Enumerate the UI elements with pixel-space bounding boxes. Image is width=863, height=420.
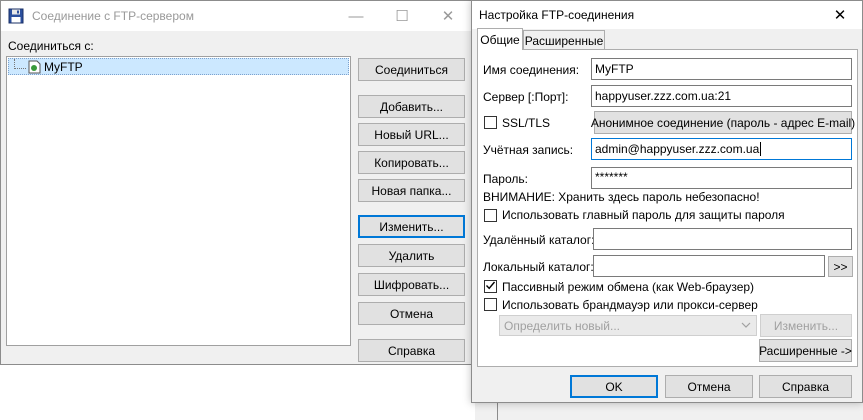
browse-local-dir-button[interactable]: >> [828,256,853,277]
ftp-site-tree[interactable]: MyFTP [6,56,351,346]
tab-advanced-label: Расширенные [524,33,604,48]
account-label: Учётная запись: [483,143,574,157]
cancel-button[interactable]: Отмена [358,302,465,325]
tree-item[interactable]: MyFTP [8,58,349,75]
passive-mode-checkbox[interactable] [484,280,497,293]
close-icon[interactable]: ✕ [425,1,471,31]
cancel-button[interactable]: Отмена [665,375,753,398]
encrypt-button[interactable]: Шифровать... [358,273,465,296]
new-folder-button[interactable]: Новая папка... [358,179,465,202]
chevron-down-icon [741,319,751,333]
account-input-value: admin@happyuser.zzz.com.ua [595,142,760,156]
proxy-edit-button[interactable]: Изменить... [760,314,852,337]
ftp-site-icon [28,60,41,74]
connect-window-title: Соединение с FTP-сервером [32,9,194,23]
settings-window-title: Настройка FTP-соединения [479,8,635,22]
ssl-label: SSL/TLS [502,116,551,130]
passive-mode-label: Пассивный режим обмена (как Web-браузер) [502,280,755,294]
edit-button[interactable]: Изменить... [358,215,465,238]
ssl-checkbox[interactable] [484,116,497,129]
account-input[interactable]: admin@happyuser.zzz.com.ua [591,138,852,160]
tab-general-label: Общие [480,32,520,47]
password-label: Пароль: [483,172,528,186]
connect-button[interactable]: Соединиться [358,58,465,81]
background-area [0,365,475,420]
maximize-icon[interactable]: ☐ [379,1,425,31]
firewall-checkbox[interactable] [484,298,497,311]
tab-advanced[interactable]: Расширенные [523,30,605,50]
password-warning: ВНИМАНИЕ: Хранить здесь пароль небезопас… [483,190,760,204]
proxy-select[interactable]: Определить новый... [499,315,757,336]
connect-to-label: Соединиться с: [8,39,94,53]
new-url-button[interactable]: Новый URL... [358,123,465,146]
connect-window-titlebar[interactable]: Соединение с FTP-сервером — ☐ ✕ [1,1,474,31]
floppy-disk-icon [8,8,24,24]
local-dir-label: Локальный каталог: [483,260,594,274]
server-input[interactable]: happyuser.zzz.com.ua:21 [591,85,852,107]
checkmark-icon [485,280,496,294]
master-password-label: Использовать главный пароль для защиты п… [502,208,785,222]
remote-dir-input[interactable] [593,228,852,250]
connect-window: Соединение с FTP-сервером — ☐ ✕ Соединит… [0,0,475,365]
master-password-checkbox[interactable] [484,209,497,222]
delete-button[interactable]: Удалить [358,244,465,267]
remote-dir-label: Удалённый каталог: [483,233,595,247]
anonymous-connection-button[interactable]: Анонимное соединение (пароль - адрес E-m… [591,111,855,134]
settings-window-titlebar[interactable]: Настройка FTP-соединения ✕ [472,1,862,29]
minimize-icon[interactable]: — [333,1,379,31]
close-icon[interactable]: ✕ [817,1,863,29]
connection-name-input[interactable]: MyFTP [591,58,852,80]
help-button[interactable]: Справка [759,375,852,398]
server-label: Сервер [:Порт]: [483,90,569,104]
copy-button[interactable]: Копировать... [358,151,465,174]
tree-item-label: MyFTP [44,60,83,74]
add-button[interactable]: Добавить... [358,95,465,118]
firewall-label: Использовать брандмауэр или прокси-серве… [502,298,758,312]
password-input[interactable]: ******* [591,167,852,189]
advanced-button[interactable]: Расширенные -> [759,339,852,362]
local-dir-input[interactable] [593,255,825,277]
help-button[interactable]: Справка [358,339,465,362]
connection-name-label: Имя соединения: [483,63,580,77]
ok-button[interactable]: OK [570,375,658,398]
text-cursor [760,142,762,156]
tab-general[interactable]: Общие [477,28,523,50]
tree-connector-icon [14,59,26,69]
settings-window: Настройка FTP-соединения ✕ Общие Расшире… [471,0,863,403]
proxy-select-value: Определить новый... [504,318,620,333]
